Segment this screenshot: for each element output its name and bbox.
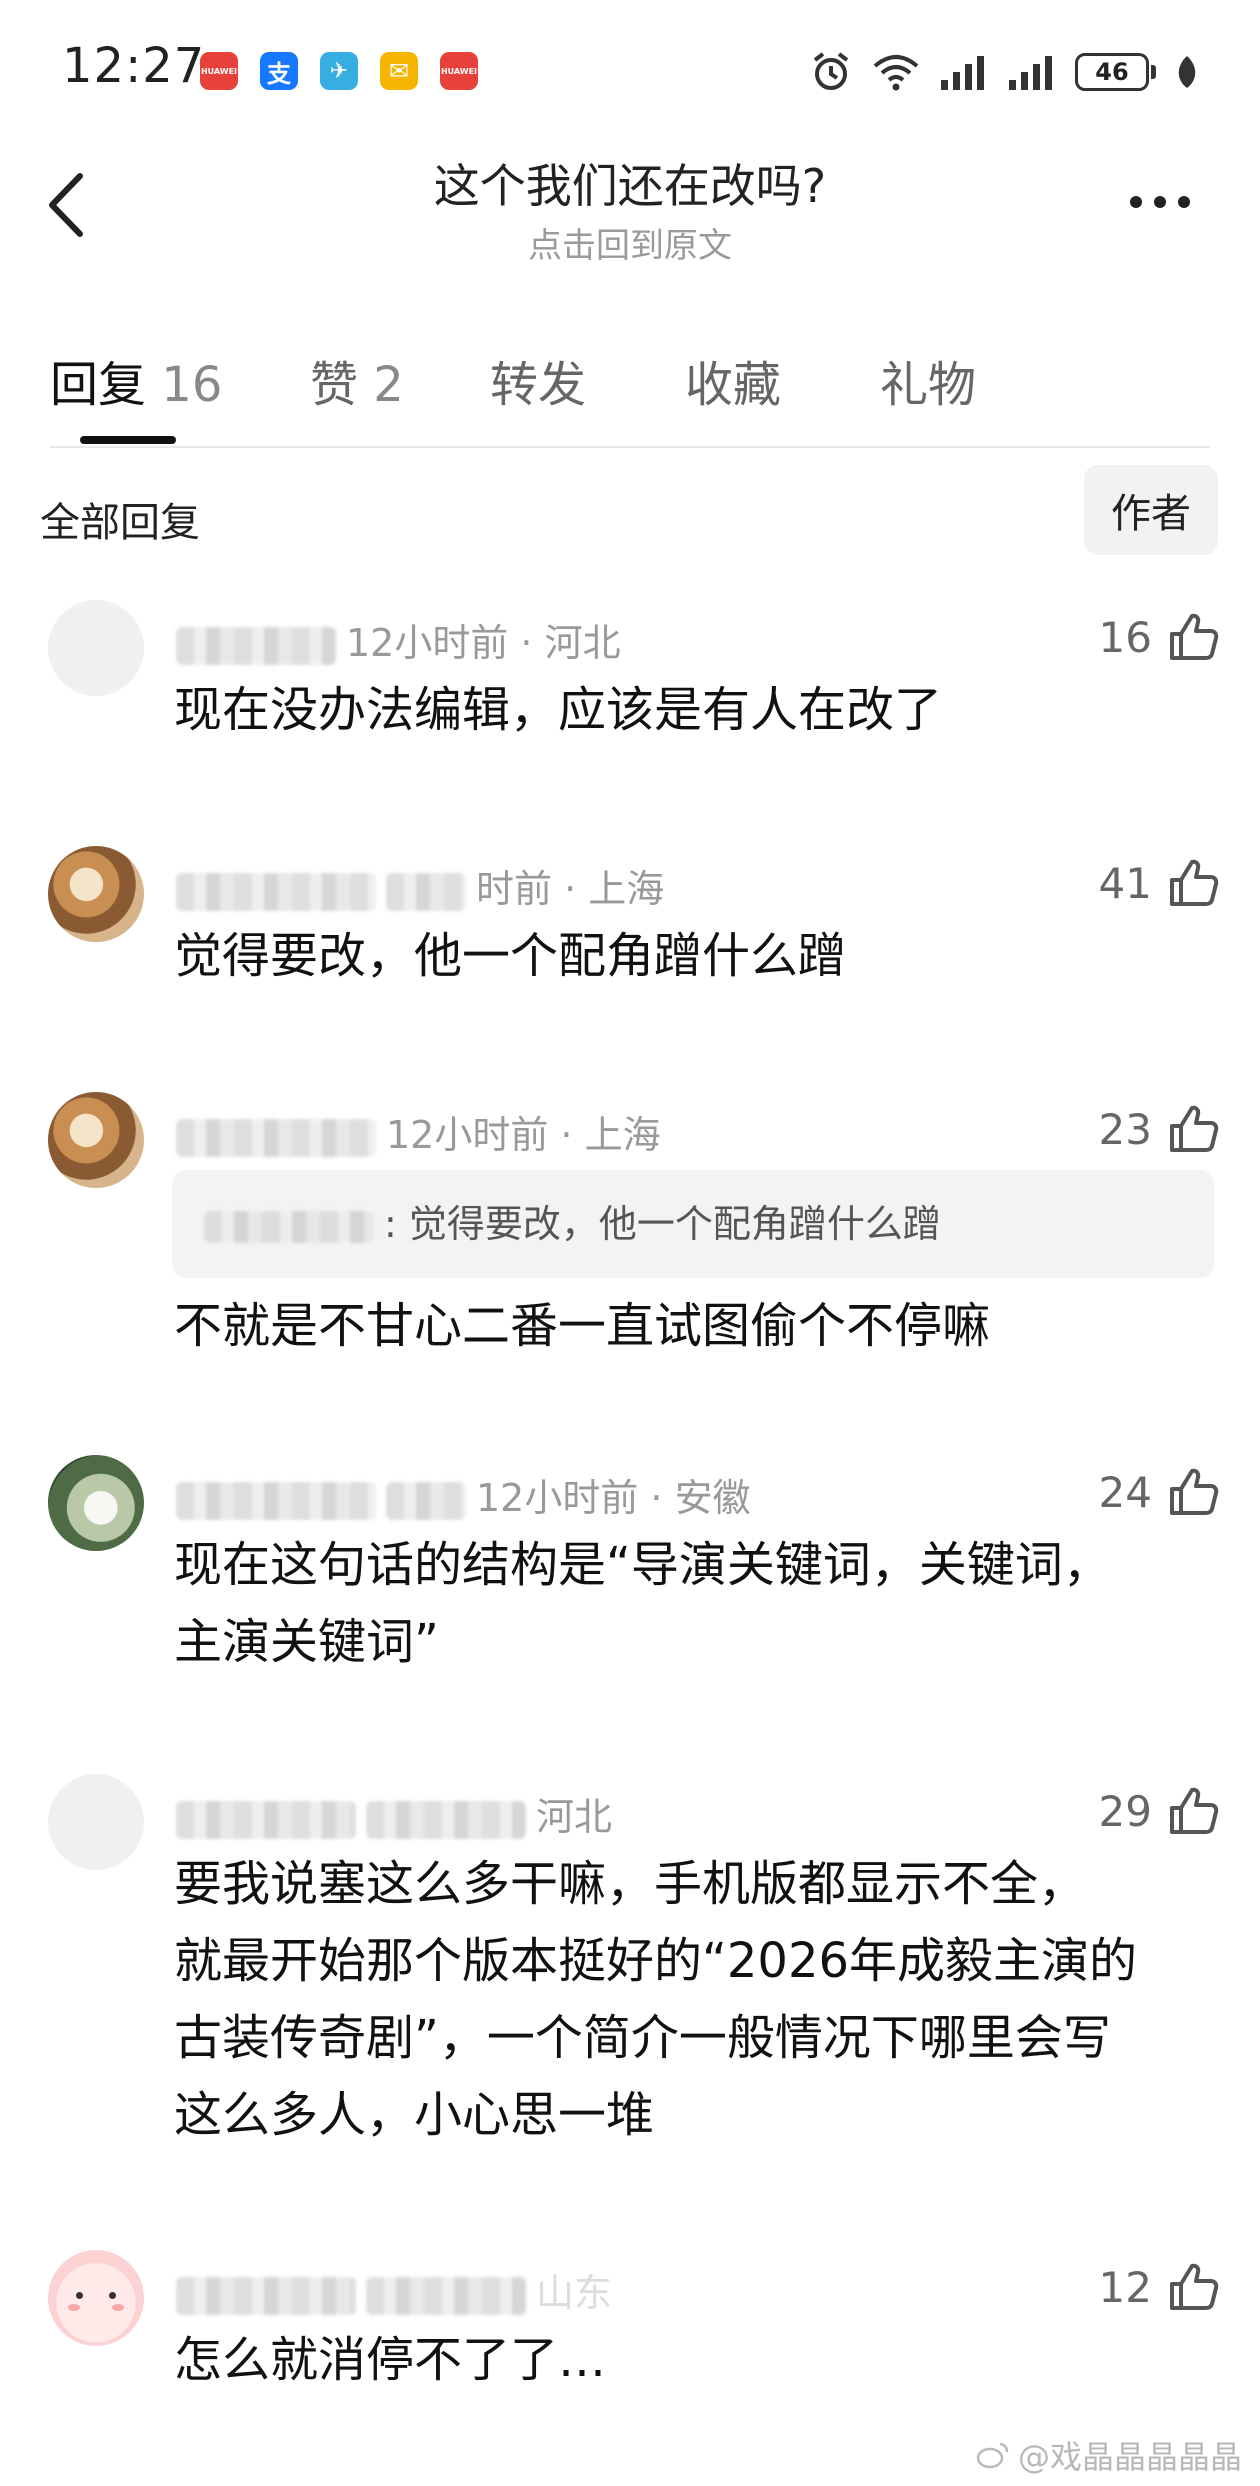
system-icons: 46: [809, 50, 1200, 94]
comment-text: 现在这句话的结构是“导演关键词，关键词， 主演关键词”: [174, 1537, 1111, 1670]
divider: [50, 446, 1210, 448]
blurred-username: [176, 872, 376, 911]
comment-time-location: 山东: [536, 2271, 613, 2315]
like-button[interactable]: 16: [1099, 610, 1220, 664]
thumbs-up-icon: [1170, 613, 1219, 660]
telegram-icon: ✈: [320, 52, 358, 90]
like-button[interactable]: 12: [1099, 2260, 1220, 2314]
blurred-username: [176, 1118, 376, 1157]
tab-likes[interactable]: 赞 2: [310, 345, 404, 415]
battery-indicator: 46: [1075, 53, 1156, 91]
signal-icon-2: [1009, 56, 1052, 90]
status-bar: 12:27 HUAWEI 支 ✈ ✉ HUAWEI 46: [0, 0, 1260, 140]
huawei-app-icon: HUAWEI: [440, 52, 478, 90]
blurred-text: [386, 872, 466, 911]
battery-level: 46: [1075, 53, 1149, 91]
comment-text: 要我说塞这么多干嘛，手机版都显示不全， 就最开始那个版本挺好的“2026年成毅主…: [174, 1856, 1138, 2143]
signal-icon: [941, 56, 984, 90]
blurred-username: [176, 626, 336, 665]
leaf-icon: [1178, 56, 1196, 88]
blurred-text: [366, 2276, 526, 2315]
thumbs-up-icon: [1170, 859, 1219, 906]
tab-replies[interactable]: 回复 16: [50, 345, 222, 415]
tab-favorites[interactable]: 收藏: [685, 345, 781, 415]
comment-meta: 河北: [176, 1786, 612, 1841]
blurred-username: [176, 1481, 376, 1520]
status-time: 12:27: [62, 38, 206, 94]
comment-meta: 山东: [176, 2262, 612, 2317]
alarm-icon: [813, 52, 849, 90]
quoted-reply[interactable]: : 觉得要改，他一个配角蹭什么蹭: [172, 1170, 1214, 1278]
like-button[interactable]: 29: [1099, 1784, 1220, 1838]
avatar[interactable]: [48, 600, 144, 696]
tab-label: 赞: [310, 357, 359, 413]
weibo-logo-icon: [976, 2442, 1009, 2469]
blurred-username: [176, 2276, 356, 2315]
like-button[interactable]: 24: [1099, 1465, 1220, 1519]
comment-text: 现在没办法编辑，应该是有人在改了: [174, 682, 943, 738]
comment-time-location: 时前 · 上海: [476, 867, 665, 911]
active-tab-indicator: [80, 436, 176, 444]
quoted-text: : 觉得要改，他一个配角蹭什么蹭: [384, 1202, 941, 1246]
avatar[interactable]: [48, 1092, 144, 1188]
comment-time-location: 12小时前 · 上海: [386, 1113, 661, 1157]
like-count: 24: [1098, 1467, 1152, 1517]
like-count: 16: [1098, 612, 1152, 662]
blurred-username: [204, 1210, 374, 1243]
battery-tip: [1151, 65, 1156, 79]
notification-icons: HUAWEI 支 ✈ ✉ HUAWEI: [200, 52, 478, 90]
avatar[interactable]: [48, 2250, 144, 2346]
blurred-username: [176, 1800, 356, 1839]
like-count: 23: [1098, 1104, 1152, 1154]
comment-time-location: 12小时前 · 河北: [346, 621, 621, 665]
like-count: 12: [1098, 2262, 1152, 2312]
tab-reposts[interactable]: 转发: [490, 345, 586, 415]
comment-text: 怎么就消停不了了…: [174, 2332, 607, 2388]
alipay-icon: 支: [260, 52, 298, 90]
comment-time-location: 河北: [536, 1795, 613, 1839]
comment-text: 不就是不甘心二番一直试图偷个不停嘛: [174, 1298, 991, 1354]
avatar[interactable]: [48, 1455, 144, 1551]
comment-meta: 12小时前 · 安徽: [176, 1467, 751, 1522]
author-filter-button[interactable]: 作者: [1084, 465, 1218, 555]
wifi-icon: [873, 55, 919, 91]
tab-count: 16: [161, 357, 223, 413]
tab-count: 2: [373, 357, 404, 413]
blurred-text: [386, 1481, 466, 1520]
blurred-text: [366, 1800, 526, 1839]
tab-gifts[interactable]: 礼物: [880, 345, 976, 415]
thumbs-up-icon: [1170, 1787, 1219, 1834]
page-title: 这个我们还在改吗?: [433, 159, 827, 213]
tab-label: 回复: [50, 357, 147, 413]
thumbs-up-icon: [1170, 2263, 1219, 2310]
mail-icon: ✉: [380, 52, 418, 90]
avatar[interactable]: [48, 1774, 144, 1870]
like-button[interactable]: 23: [1099, 1102, 1220, 1156]
watermark: @戏晶晶晶晶晶: [976, 2432, 1242, 2478]
comment-meta: 12小时前 · 上海: [176, 1104, 661, 1159]
thumbs-up-icon: [1170, 1468, 1219, 1515]
like-count: 41: [1098, 858, 1152, 908]
comment-meta: 时前 · 上海: [176, 858, 664, 913]
comment-time-location: 12小时前 · 安徽: [476, 1476, 751, 1520]
back-to-original-link[interactable]: 点击回到原文: [0, 218, 1260, 267]
watermark-text: @戏晶晶晶晶晶: [1017, 2438, 1242, 2476]
comment-meta: 12小时前 · 河北: [176, 612, 621, 667]
section-label: 全部回复: [40, 500, 200, 546]
thumbs-up-icon: [1170, 1105, 1219, 1152]
like-count: 29: [1098, 1786, 1152, 1836]
like-button[interactable]: 41: [1099, 856, 1220, 910]
more-options-icon[interactable]: [1130, 196, 1190, 208]
avatar[interactable]: [48, 846, 144, 942]
huawei-app-icon: HUAWEI: [200, 52, 238, 90]
comment-text: 觉得要改，他一个配角蹭什么蹭: [174, 928, 847, 984]
